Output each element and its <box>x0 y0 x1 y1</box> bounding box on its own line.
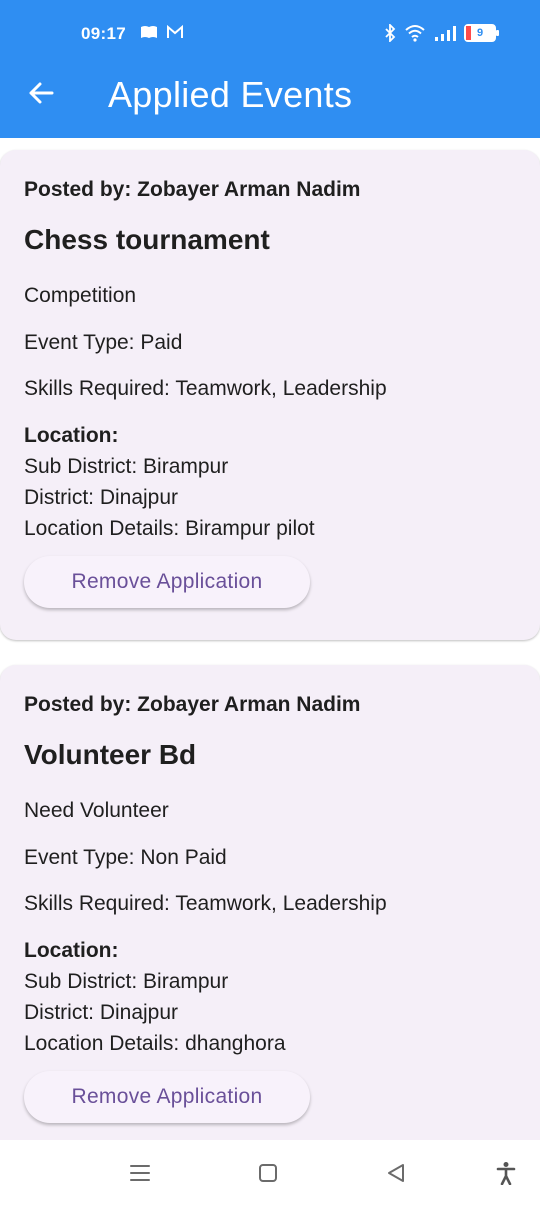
nav-back-button[interactable] <box>376 1156 416 1190</box>
home-square-icon <box>259 1164 277 1182</box>
event-card: Posted by: Zobayer Arman Nadim Volunteer… <box>0 665 540 1140</box>
recent-apps-button[interactable] <box>120 1156 160 1190</box>
wifi-icon <box>405 25 425 42</box>
book-icon <box>141 26 157 38</box>
status-system-icons: 9 <box>384 24 499 42</box>
event-description: Need Volunteer <box>24 799 169 822</box>
event-title: Chess tournament <box>24 224 270 255</box>
status-time: 09:17 <box>81 24 126 43</box>
location-details: Location Details: dhanghora <box>24 1032 286 1055</box>
sub-district: Sub District: Birampur <box>24 970 229 993</box>
app-bar: 09:17 9 Applied Events <box>0 0 540 138</box>
posted-by: Posted by: Zobayer Arman Nadim <box>24 178 361 201</box>
accessibility-icon <box>496 1162 516 1185</box>
district: District: Dinajpur <box>24 1001 179 1024</box>
home-button[interactable] <box>248 1156 288 1190</box>
event-card: Posted by: Zobayer Arman Nadim Chess tou… <box>0 150 540 640</box>
skills-required: Skills Required: Teamwork, Leadership <box>24 377 387 400</box>
district: District: Dinajpur <box>24 486 179 509</box>
arrow-left-icon <box>29 82 54 104</box>
bluetooth-icon <box>385 24 396 42</box>
event-description: Competition <box>24 284 137 307</box>
skills-required: Skills Required: Teamwork, Leadership <box>24 892 387 915</box>
location-details: Location Details: Birampur pilot <box>24 517 315 540</box>
page-title: Applied Events <box>108 74 353 115</box>
battery-icon: 9 <box>464 24 499 42</box>
back-button[interactable] <box>26 78 60 112</box>
location-label: Location: <box>24 424 119 447</box>
status-notification-icons <box>140 24 184 40</box>
accessibility-button[interactable] <box>486 1156 526 1190</box>
event-type: Event Type: Non Paid <box>24 846 227 869</box>
remove-application-button[interactable]: Remove Application <box>24 1071 310 1123</box>
event-type: Event Type: Paid <box>24 331 183 354</box>
gmail-icon <box>167 24 183 38</box>
applied-events-list[interactable]: Posted by: Zobayer Arman Nadim Chess tou… <box>0 138 540 1140</box>
location-label: Location: <box>24 939 119 962</box>
remove-application-button[interactable]: Remove Application <box>24 556 310 608</box>
signal-icon <box>435 26 456 41</box>
posted-by: Posted by: Zobayer Arman Nadim <box>24 693 361 716</box>
menu-icon <box>130 1165 150 1181</box>
event-title: Volunteer Bd <box>24 739 197 770</box>
sub-district: Sub District: Birampur <box>24 455 229 478</box>
system-nav-bar <box>0 1140 540 1206</box>
status-bar: 09:17 9 <box>0 18 540 52</box>
back-triangle-icon <box>388 1164 404 1182</box>
